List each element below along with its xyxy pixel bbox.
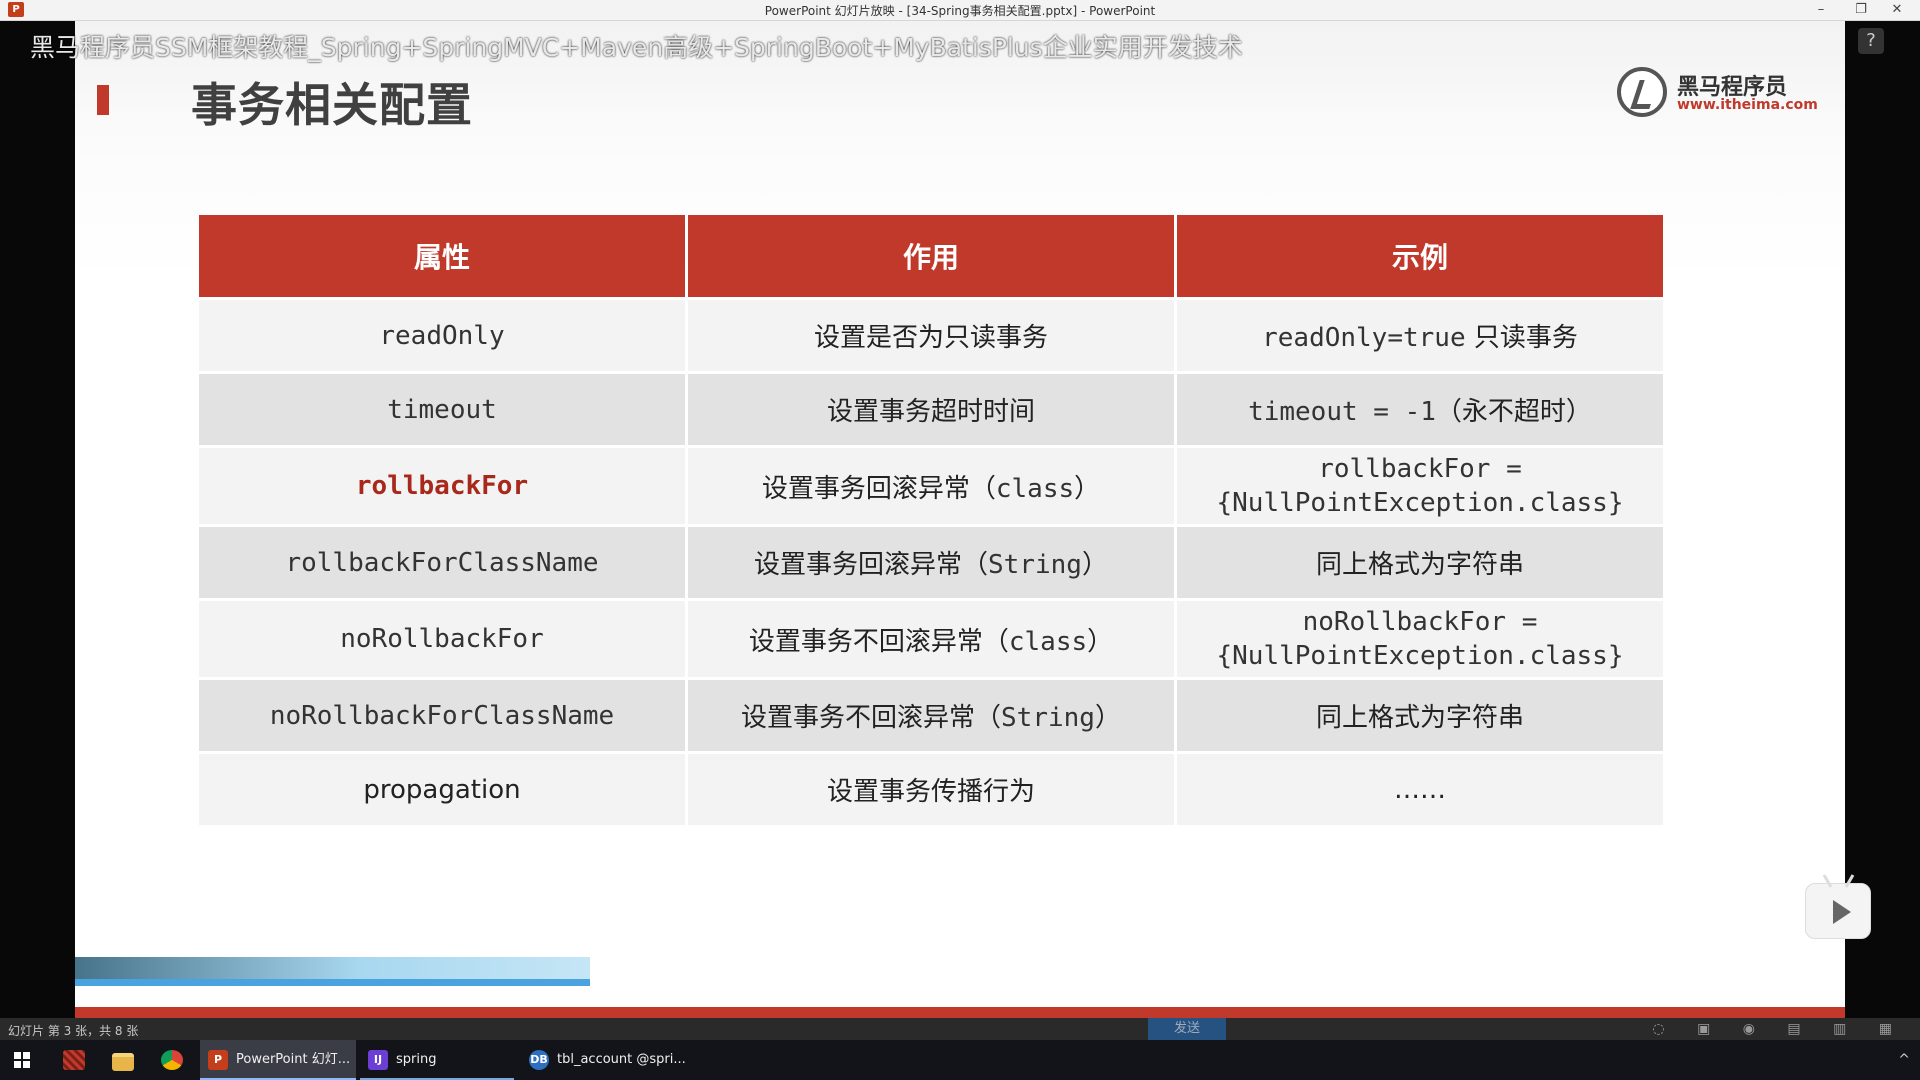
- video-progress-wave[interactable]: [75, 956, 590, 986]
- desc-cell: 设置事务传播行为: [688, 754, 1174, 825]
- example-code: readOnly=true: [1262, 323, 1466, 353]
- logo-url-text: www.itheima.com: [1677, 97, 1818, 113]
- itheima-logo: 黑马程序员 www.itheima.com: [1617, 65, 1818, 121]
- chrome-icon[interactable]: [161, 1050, 183, 1070]
- table-header-row: 属性 作用 示例: [199, 215, 1663, 297]
- taskbar-app-label: tbl_account @spri...: [557, 1052, 686, 1067]
- table-row: rollbackFor 设置事务回滚异常（class） rollbackFor …: [199, 448, 1663, 524]
- desc-cell: 设置事务超时时间: [688, 374, 1174, 445]
- taskbar-app-intellij[interactable]: IJ spring: [360, 1040, 514, 1080]
- progress-wave-shape: [75, 957, 590, 979]
- desc-prefix: 设置事务回滚异常（: [754, 550, 989, 580]
- slide-counter: 幻灯片 第 3 张，共 8 张: [8, 1024, 139, 1038]
- attr-cell: noRollbackFor: [199, 601, 685, 677]
- example-cell: 同上格式为字符串: [1177, 680, 1663, 751]
- table-row: noRollbackFor 设置事务不回滚异常（class） noRollbac…: [199, 601, 1663, 677]
- play-icon[interactable]: [1805, 874, 1871, 939]
- table-row: readOnly 设置是否为只读事务 readOnly=true 只读事务: [199, 300, 1663, 371]
- left-letterbox: [0, 21, 75, 1030]
- window-title: PowerPoint 幻灯片放映 - [34-Spring事务相关配置.pptx…: [764, 4, 1156, 18]
- close-button[interactable]: ✕: [1880, 0, 1914, 20]
- desc-suffix: ）: [1081, 550, 1108, 580]
- restore-button[interactable]: ❐: [1844, 0, 1878, 20]
- taskbar-app-database[interactable]: DB tbl_account @spri...: [521, 1040, 691, 1080]
- table-row: timeout 设置事务超时时间 timeout = -1（永不超时）: [199, 374, 1663, 445]
- attr-cell: propagation: [199, 754, 685, 825]
- example-line-1: rollbackFor =: [1318, 454, 1522, 484]
- example-cell: timeout = -1（永不超时）: [1177, 374, 1663, 445]
- desc-suffix: ）: [1074, 473, 1101, 504]
- desc-prefix: 设置事务不回滚异常（: [748, 626, 1009, 657]
- example-text: 只读事务: [1465, 323, 1578, 353]
- horse-logo-icon: [1617, 67, 1667, 117]
- example-line-2: {NullPointException.class}: [1216, 488, 1624, 518]
- example-cell: noRollbackFor = {NullPointException.clas…: [1177, 601, 1663, 677]
- desc-code: String: [1001, 703, 1095, 733]
- example-code: timeout = -1: [1248, 397, 1436, 427]
- window-title-bar: P PowerPoint 幻灯片放映 - [34-Spring事务相关配置.pp…: [0, 0, 1920, 21]
- desc-suffix: ）: [1087, 626, 1114, 657]
- table-row: rollbackForClassName 设置事务回滚异常（String） 同上…: [199, 527, 1663, 598]
- help-icon[interactable]: ?: [1858, 28, 1884, 54]
- desc-cell: 设置事务回滚异常（class）: [688, 448, 1174, 524]
- powerpoint-icon: P: [208, 1050, 228, 1070]
- taskbar-app-label: PowerPoint 幻灯...: [236, 1052, 351, 1067]
- desc-prefix: 设置事务回滚异常（: [761, 473, 996, 504]
- table-row: noRollbackForClassName 设置事务不回滚异常（String）…: [199, 680, 1663, 751]
- desc-cell: 设置事务不回滚异常（String）: [688, 680, 1174, 751]
- example-cell: ……: [1177, 754, 1663, 825]
- taskbar-app-powerpoint[interactable]: P PowerPoint 幻灯...: [200, 1040, 356, 1080]
- right-letterbox: [1845, 21, 1920, 1030]
- minimize-button[interactable]: –: [1804, 0, 1838, 20]
- desc-suffix: ）: [1094, 703, 1121, 733]
- desc-cell: 设置事务回滚异常（String）: [688, 527, 1174, 598]
- slide-bottom-red-strip: [75, 1007, 1845, 1018]
- example-cell: 同上格式为字符串: [1177, 527, 1663, 598]
- desc-cell: 设置事务不回滚异常（class）: [688, 601, 1174, 677]
- desc-cell: 设置是否为只读事务: [688, 300, 1174, 371]
- desc-code: class: [995, 473, 1075, 504]
- title-accent-bar: [97, 85, 109, 115]
- intellij-icon: IJ: [368, 1050, 388, 1070]
- windows-taskbar: P PowerPoint 幻灯... IJ spring DB tbl_acco…: [0, 1040, 1920, 1080]
- attr-cell: timeout: [199, 374, 685, 445]
- example-text: （永不超时）: [1435, 397, 1592, 427]
- header-example: 示例: [1177, 215, 1663, 297]
- example-line-1: noRollbackFor =: [1302, 607, 1538, 637]
- attr-cell: rollbackForClassName: [199, 527, 685, 598]
- course-banner-overlay: 黑马程序员SSM框架教程_Spring+SpringMVC+Maven高级+Sp…: [30, 33, 1243, 62]
- attr-cell: noRollbackForClassName: [199, 680, 685, 751]
- header-purpose: 作用: [688, 215, 1174, 297]
- file-explorer-icon[interactable]: [112, 1053, 134, 1071]
- desc-code: String: [988, 550, 1082, 580]
- slide-title: 事务相关配置: [191, 78, 473, 132]
- example-cell: readOnly=true 只读事务: [1177, 300, 1663, 371]
- transaction-attributes-table: 属性 作用 示例 readOnly 设置是否为只读事务 readOnly=tru…: [199, 212, 1663, 828]
- desc-code: class: [1008, 626, 1088, 657]
- app-grid-icon[interactable]: [63, 1050, 85, 1070]
- tray-chevron-up-icon[interactable]: ^: [1898, 1040, 1910, 1080]
- send-button[interactable]: 发送: [1148, 1018, 1226, 1040]
- attr-cell: readOnly: [199, 300, 685, 371]
- example-cell: rollbackFor = {NullPointException.class}: [1177, 448, 1663, 524]
- slide-canvas: 事务相关配置 黑马程序员 www.itheima.com 属性 作用 示例 re…: [75, 21, 1845, 1018]
- example-line-2: {NullPointException.class}: [1216, 641, 1624, 671]
- taskbar-app-label: spring: [396, 1052, 437, 1067]
- powerpoint-status-bar: 幻灯片 第 3 张，共 8 张 发送 ◌ ▣ ◉ ▤ ▥ ▦: [0, 1018, 1920, 1040]
- attr-cell-highlighted: rollbackFor: [199, 448, 685, 524]
- status-view-icons[interactable]: ◌ ▣ ◉ ▤ ▥ ▦: [1652, 1021, 1906, 1037]
- database-icon: DB: [529, 1050, 549, 1070]
- desc-prefix: 设置事务不回滚异常（: [741, 703, 1002, 733]
- progress-bar-fill: [75, 979, 590, 986]
- table-row: propagation 设置事务传播行为 ……: [199, 754, 1663, 825]
- windows-start-icon[interactable]: [14, 1052, 30, 1068]
- header-attribute: 属性: [199, 215, 685, 297]
